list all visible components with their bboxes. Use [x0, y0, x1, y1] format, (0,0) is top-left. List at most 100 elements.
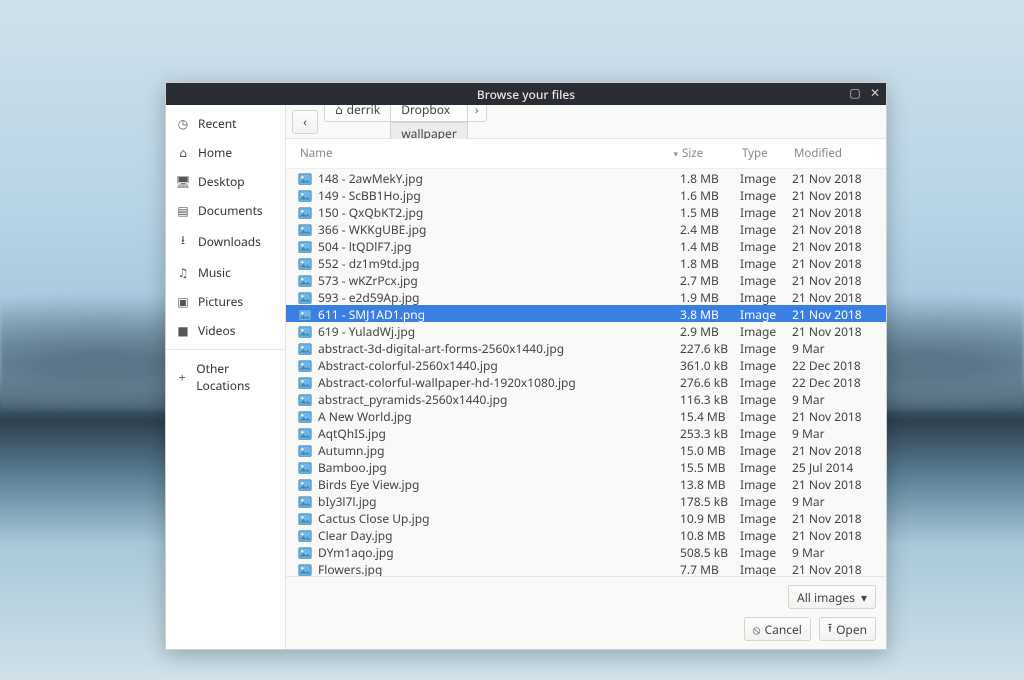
- file-size: 13.8 MB: [680, 476, 740, 493]
- file-row[interactable]: 593 - e2d59Ap.jpg1.9 MBImage21 Nov 2018: [286, 288, 886, 305]
- file-row[interactable]: 148 - 2awMekY.jpg1.8 MBImage21 Nov 2018: [286, 169, 886, 186]
- back-button[interactable]: ‹: [292, 110, 318, 134]
- file-type-filter[interactable]: All images ▾: [788, 585, 876, 609]
- file-modified: 9 Mar: [792, 340, 876, 357]
- chevron-down-icon: ▾: [861, 589, 867, 606]
- file-name: 573 - wKZrPcx.jpg: [318, 272, 418, 289]
- image-file-icon: [298, 359, 312, 373]
- image-file-icon: [298, 529, 312, 543]
- file-row[interactable]: AqtQhIS.jpg253.3 kBImage9 Mar: [286, 424, 886, 441]
- cancel-button[interactable]: ⦸ Cancel: [744, 617, 811, 641]
- image-file-icon: [298, 189, 312, 203]
- file-row[interactable]: 573 - wKZrPcx.jpg2.7 MBImage21 Nov 2018: [286, 271, 886, 288]
- file-row[interactable]: 149 - ScBB1Ho.jpg1.6 MBImage21 Nov 2018: [286, 186, 886, 203]
- file-size: 276.6 kB: [680, 374, 740, 391]
- header-name[interactable]: Name ▾: [298, 142, 680, 165]
- file-row[interactable]: 150 - QxQbKT2.jpg1.5 MBImage21 Nov 2018: [286, 203, 886, 220]
- sidebar-other-locations[interactable]: + Other Locations: [166, 354, 285, 400]
- file-row[interactable]: Abstract-colorful-2560x1440.jpg361.0 kBI…: [286, 356, 886, 373]
- close-button[interactable]: ✕: [868, 85, 882, 99]
- image-file-icon: [298, 546, 312, 560]
- header-modified[interactable]: Modified: [792, 142, 876, 165]
- file-row[interactable]: 611 - SMJ1AD1.png3.8 MBImage21 Nov 2018: [286, 305, 886, 322]
- file-size: 178.5 kB: [680, 493, 740, 510]
- image-file-icon: [298, 478, 312, 492]
- file-type: Image: [740, 272, 792, 289]
- image-file-icon: [298, 427, 312, 441]
- window-title: Browse your files: [477, 86, 575, 103]
- file-chooser-window: Browse your files ▢ ✕ ◷Recent⌂Home 🖥 Deskt…: [165, 82, 887, 650]
- file-type: Image: [740, 476, 792, 493]
- sidebar-item-music[interactable]: ♫Music: [166, 258, 285, 287]
- file-row[interactable]: Flowers.jpg7.7 MBImage21 Nov 2018: [286, 560, 886, 576]
- file-type: Image: [740, 510, 792, 527]
- file-row[interactable]: Cactus Close Up.jpg10.9 MBImage21 Nov 20…: [286, 509, 886, 526]
- file-type: Image: [740, 238, 792, 255]
- sidebar-separator: [166, 349, 285, 350]
- file-name: Abstract-colorful-wallpaper-hd-1920x1080…: [318, 374, 576, 391]
- image-file-icon: [298, 410, 312, 424]
- filter-label: All images: [797, 589, 855, 606]
- sidebar-item-pictures[interactable]: ▣ Pictures: [166, 287, 285, 316]
- header-size[interactable]: Size: [680, 142, 740, 165]
- sidebar-item-downloads[interactable]: ⭳Downloads: [166, 225, 285, 258]
- file-row[interactable]: DYm1aqo.jpg508.5 kBImage9 Mar: [286, 543, 886, 560]
- file-type: Image: [740, 357, 792, 374]
- file-size: 508.5 kB: [680, 544, 740, 561]
- file-size: 3.8 MB: [680, 306, 740, 323]
- file-row[interactable]: Clear Day.jpg10.8 MBImage21 Nov 2018: [286, 526, 886, 543]
- file-modified: 21 Nov 2018: [792, 561, 876, 576]
- file-type: Image: [740, 391, 792, 408]
- sidebar-item-recent[interactable]: ◷Recent: [166, 109, 285, 138]
- sidebar-item-label: Documents: [198, 202, 263, 219]
- file-row[interactable]: abstract-3d-digital-art-forms-2560x1440.…: [286, 339, 886, 356]
- file-row[interactable]: abstract_pyramids-2560x1440.jpg116.3 kBI…: [286, 390, 886, 407]
- file-row[interactable]: A New World.jpg15.4 MBImage21 Nov 2018: [286, 407, 886, 424]
- main-panel: ‹ ⌂ derrik Dropboxwallpaper ›: [286, 105, 886, 649]
- file-row[interactable]: 619 - YuladWj.jpg2.9 MBImage21 Nov 2018: [286, 322, 886, 339]
- image-file-icon: [298, 342, 312, 356]
- image-file-icon: [298, 563, 312, 577]
- sidebar-item-home[interactable]: ⌂Home: [166, 138, 285, 167]
- file-list[interactable]: Name ▾ Size Type Modified 148 - 2awMekY.…: [286, 139, 886, 576]
- sidebar-item-videos[interactable]: ■Videos: [166, 316, 285, 345]
- file-modified: 9 Mar: [792, 493, 876, 510]
- music-icon: ♫: [176, 264, 190, 281]
- file-size: 10.9 MB: [680, 510, 740, 527]
- file-row[interactable]: 504 - ltQDlF7.jpg1.4 MBImage21 Nov 2018: [286, 237, 886, 254]
- sort-caret-icon: ▾: [673, 147, 678, 160]
- titlebar[interactable]: Browse your files ▢ ✕: [166, 83, 886, 105]
- open-button[interactable]: ⭱ Open: [819, 617, 876, 641]
- file-row[interactable]: 552 - dz1m9td.jpg1.8 MBImage21 Nov 2018: [286, 254, 886, 271]
- sidebar-item-label: Desktop: [198, 173, 245, 190]
- file-name: 149 - ScBB1Ho.jpg: [318, 187, 421, 204]
- sidebar-item-documents[interactable]: ▤Documents: [166, 196, 285, 225]
- picture-icon: ▣: [176, 293, 190, 310]
- file-type: Image: [740, 408, 792, 425]
- file-modified: 21 Nov 2018: [792, 187, 876, 204]
- file-type: Image: [740, 374, 792, 391]
- sidebar-item-desktop[interactable]: 🖥 Desktop: [166, 167, 285, 196]
- file-size: 2.9 MB: [680, 323, 740, 340]
- file-modified: 21 Nov 2018: [792, 476, 876, 493]
- file-modified: 21 Nov 2018: [792, 323, 876, 340]
- file-row[interactable]: 366 - WKKgUBE.jpg2.4 MBImage21 Nov 2018: [286, 220, 886, 237]
- sidebar-item-label: Videos: [198, 322, 235, 339]
- file-row[interactable]: Abstract-colorful-wallpaper-hd-1920x1080…: [286, 373, 886, 390]
- column-headers: Name ▾ Size Type Modified: [286, 139, 886, 169]
- file-row[interactable]: Birds Eye View.jpg13.8 MBImage21 Nov 201…: [286, 475, 886, 492]
- file-type: Image: [740, 459, 792, 476]
- file-type: Image: [740, 340, 792, 357]
- desktop-icon: 🖥: [176, 173, 190, 190]
- file-type: Image: [740, 187, 792, 204]
- file-row[interactable]: Autumn.jpg15.0 MBImage21 Nov 2018: [286, 441, 886, 458]
- sidebar-item-label: Pictures: [198, 293, 243, 310]
- maximize-button[interactable]: ▢: [848, 85, 862, 99]
- file-name: Cactus Close Up.jpg: [318, 510, 430, 527]
- file-type: Image: [740, 255, 792, 272]
- header-type[interactable]: Type: [740, 142, 792, 165]
- file-row[interactable]: Bamboo.jpg15.5 MBImage25 Jul 2014: [286, 458, 886, 475]
- file-modified: 21 Nov 2018: [792, 272, 876, 289]
- bottom-bar: All images ▾ ⦸ Cancel ⭱ Open: [286, 576, 886, 649]
- file-row[interactable]: bIy3l7l.jpg178.5 kBImage9 Mar: [286, 492, 886, 509]
